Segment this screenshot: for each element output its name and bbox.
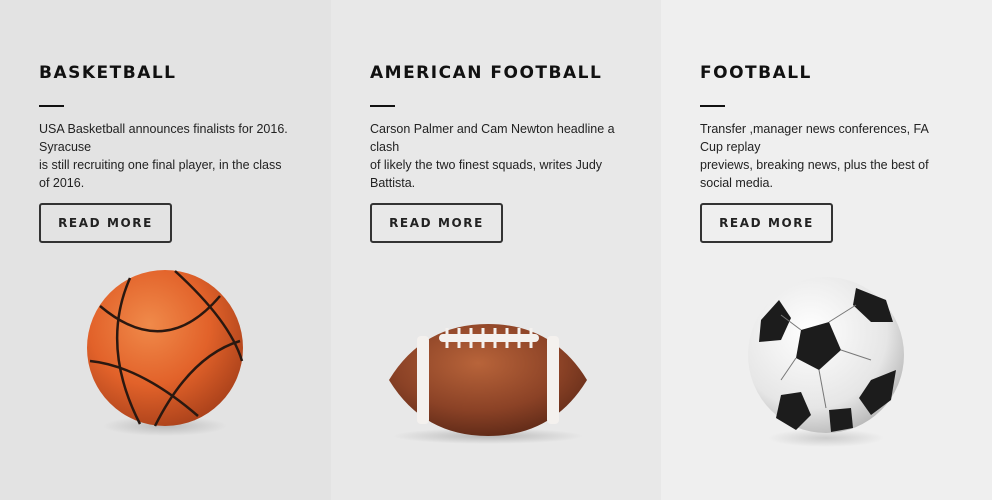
american-football-icon (389, 324, 587, 444)
card-title: FOOTBALL (700, 63, 812, 83)
title-divider (700, 105, 725, 107)
card-football: FOOTBALL Transfer ,manager news conferen… (661, 0, 992, 500)
card-title: BASKETBALL (39, 63, 177, 83)
card-description: USA Basketball announces finalists for 2… (39, 120, 289, 192)
read-more-button[interactable]: READ MORE (370, 203, 503, 243)
card-basketball: BASKETBALL USA Basketball announces fina… (0, 0, 331, 500)
soccer-ball-icon (748, 277, 904, 447)
description-line: of likely the two finest squads, writes … (370, 158, 603, 190)
card-description: Transfer ,manager news conferences, FA C… (700, 120, 950, 192)
description-line: is still recruiting one final player, in… (39, 158, 282, 190)
read-more-button[interactable]: READ MORE (700, 203, 833, 243)
card-description: Carson Palmer and Cam Newton headline a … (370, 120, 620, 192)
basketball-icon (87, 270, 244, 436)
card-american-football: AMERICAN FOOTBALL Carson Palmer and Cam … (331, 0, 661, 500)
sports-cards: BASKETBALL USA Basketball announces fina… (0, 0, 992, 500)
description-line: USA Basketball announces finalists for 2… (39, 122, 288, 154)
description-line: Carson Palmer and Cam Newton headline a … (370, 122, 615, 154)
card-title: AMERICAN FOOTBALL (370, 63, 603, 83)
title-divider (370, 105, 395, 107)
description-line: previews, breaking news, plus the best o… (700, 158, 929, 190)
description-line: Transfer ,manager news conferences, FA C… (700, 122, 929, 154)
read-more-button[interactable]: READ MORE (39, 203, 172, 243)
title-divider (39, 105, 64, 107)
